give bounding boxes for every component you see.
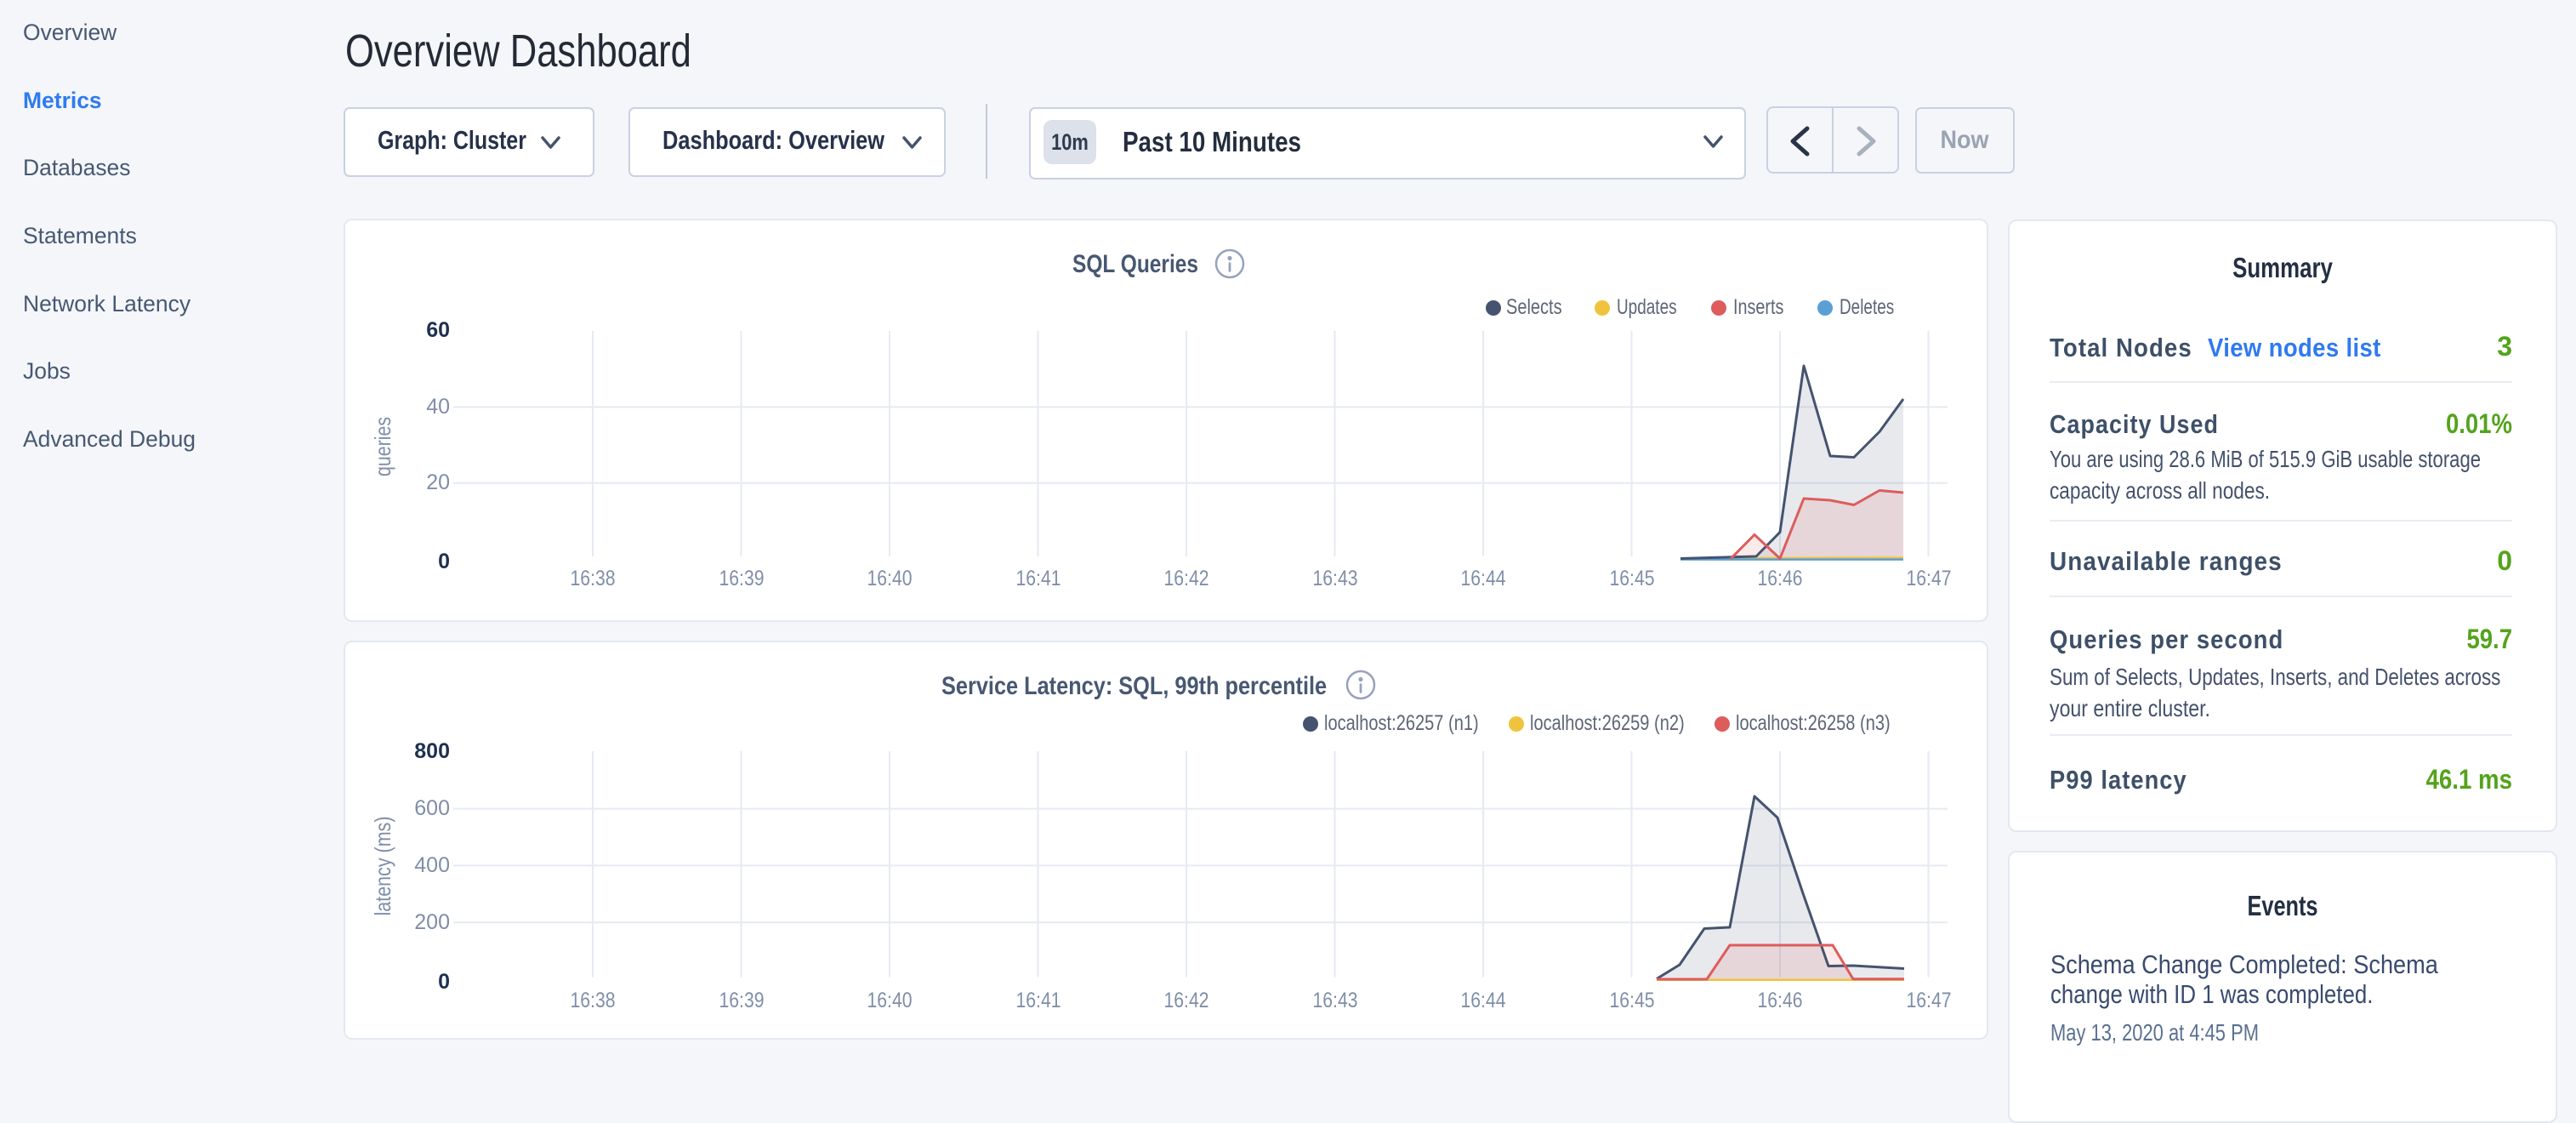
svg-text:queries: queries [370, 417, 395, 476]
svg-text:latency (ms): latency (ms) [370, 817, 395, 916]
